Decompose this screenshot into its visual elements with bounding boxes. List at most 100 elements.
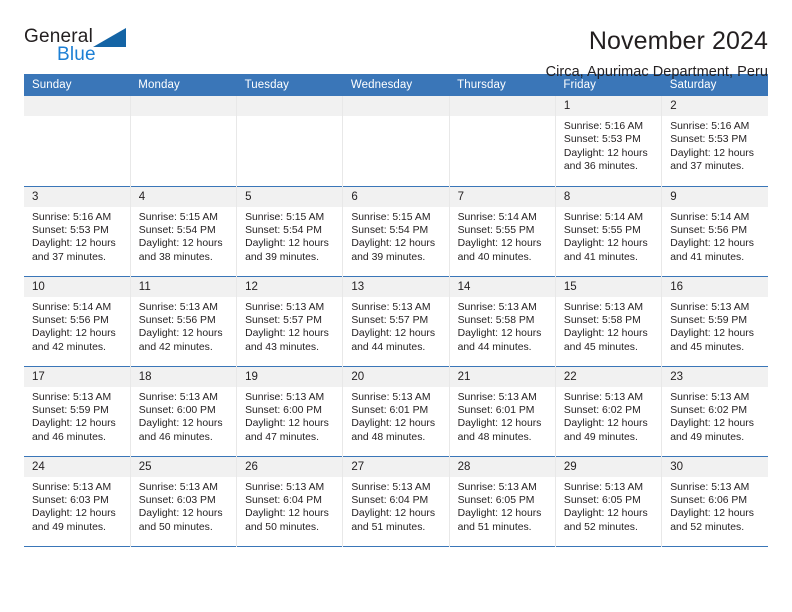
daylight-text-line1: Daylight: 12 hours (245, 328, 329, 340)
day-cell[interactable]: 4 Sunrise: 5:15 AM Sunset: 5:54 PM Daylight… (130, 185, 238, 276)
sunset-text: Sunset: 5:53 PM (563, 134, 641, 146)
sunrise-text: Sunrise: 5:13 AM (670, 301, 750, 313)
daylight-text-line1: Daylight: 12 hours (138, 508, 223, 520)
day-cell[interactable]: 18 Sunrise: 5:13 AM Sunset: 6:00 PM Dayligh… (130, 365, 238, 456)
day-cell[interactable]: 8 Sunrise: 5:14 AM Sunset: 5:55 PM Daylight… (555, 185, 663, 276)
sunset-text: Sunset: 6:04 PM (351, 494, 429, 506)
day-number: 25 (130, 456, 237, 477)
day-number: 30 (662, 456, 768, 477)
day-number: 26 (237, 456, 343, 477)
day-cell[interactable]: 21 Sunrise: 5:13 AM Sunset: 6:01 PM Dayligh… (449, 365, 556, 456)
day-info: Sunrise: 5:13 AM Sunset: 6:02 PM Daylight:… (662, 387, 768, 445)
day-cell[interactable]: 22 Sunrise: 5:13 AM Sunset: 6:02 PM Dayligh… (555, 365, 663, 456)
daylight-text-line1: Daylight: 12 hours (351, 328, 436, 340)
day-number: 4 (130, 186, 237, 207)
day-cell[interactable]: 12 Sunrise: 5:13 AM Sunset: 5:57 PM Dayligh… (236, 275, 344, 366)
day-cell[interactable]: 24 Sunrise: 5:13 AM Sunset: 6:03 PM Dayligh… (24, 455, 131, 546)
daylight-text-line2: and 44 minutes. (351, 341, 426, 353)
daylight-text-line2: and 40 minutes. (457, 251, 532, 263)
daylight-text-line1: Daylight: 12 hours (670, 147, 754, 159)
day-cell[interactable]: 1 Sunrise: 5:16 AM Sunset: 5:53 PM Daylight… (555, 96, 663, 186)
day-cell[interactable]: 25 Sunrise: 5:13 AM Sunset: 6:03 PM Dayligh… (130, 455, 238, 546)
day-cell[interactable]: 7 Sunrise: 5:14 AM Sunset: 5:55 PM Daylight… (449, 185, 556, 276)
day-cell[interactable]: 30 Sunrise: 5:13 AM Sunset: 6:06 PM Dayligh… (661, 455, 768, 546)
day-cell[interactable]: 10 Sunrise: 5:14 AM Sunset: 5:56 PM Dayligh… (24, 275, 131, 366)
day-info: Sunrise: 5:15 AM Sunset: 5:54 PM Daylight:… (343, 207, 448, 265)
day-cell[interactable]: 17 Sunrise: 5:13 AM Sunset: 5:59 PM Dayligh… (24, 365, 131, 456)
calendar-page: General Blue November 2024 Circa, Apurim… (0, 0, 792, 612)
title-block: November 2024 Circa, Apurimac Department… (546, 26, 768, 82)
day-cell[interactable]: 9 Sunrise: 5:14 AM Sunset: 5:56 PM Daylight… (661, 185, 768, 276)
day-info: Sunrise: 5:13 AM Sunset: 5:58 PM Daylight:… (556, 297, 661, 355)
daylight-text-line1: Daylight: 12 hours (670, 238, 754, 250)
day-cell[interactable]: 16 Sunrise: 5:13 AM Sunset: 5:59 PM Dayligh… (661, 275, 768, 366)
day-cell-empty (24, 96, 131, 186)
sunrise-text: Sunrise: 5:13 AM (563, 301, 644, 313)
day-number: 28 (449, 456, 555, 477)
sunset-text: Sunset: 5:54 PM (138, 224, 216, 236)
weekday-header-wednesday: Wednesday (342, 74, 450, 96)
sunset-text: Sunset: 6:01 PM (457, 404, 535, 416)
day-cell[interactable]: 27 Sunrise: 5:13 AM Sunset: 6:04 PM Dayligh… (342, 455, 450, 546)
day-cell[interactable]: 11 Sunrise: 5:13 AM Sunset: 5:56 PM Dayligh… (130, 275, 238, 366)
sunrise-text: Sunrise: 5:14 AM (457, 211, 537, 223)
daylight-text-line1: Daylight: 12 hours (670, 418, 754, 430)
day-cell[interactable]: 2 Sunrise: 5:16 AM Sunset: 5:53 PM Daylight… (661, 96, 768, 186)
day-cell[interactable]: 26 Sunrise: 5:13 AM Sunset: 6:04 PM Dayligh… (236, 455, 344, 546)
sunset-text: Sunset: 6:04 PM (245, 494, 322, 506)
day-number: 17 (24, 366, 130, 387)
day-cell[interactable]: 28 Sunrise: 5:13 AM Sunset: 6:05 PM Dayligh… (449, 455, 556, 546)
day-cell[interactable]: 6 Sunrise: 5:15 AM Sunset: 5:54 PM Daylight… (342, 185, 450, 276)
sunset-text: Sunset: 5:54 PM (351, 224, 429, 236)
day-cell[interactable]: 20 Sunrise: 5:13 AM Sunset: 6:01 PM Dayligh… (342, 365, 450, 456)
day-info: Sunrise: 5:14 AM Sunset: 5:56 PM Daylight:… (662, 207, 768, 265)
day-number: 10 (24, 276, 130, 297)
daylight-text-line2: and 39 minutes. (245, 251, 319, 263)
day-number (237, 96, 343, 116)
day-number (130, 96, 237, 116)
sunset-text: Sunset: 5:56 PM (32, 314, 109, 326)
day-number: 15 (555, 276, 662, 297)
day-cell[interactable]: 3 Sunrise: 5:16 AM Sunset: 5:53 PM Daylight… (24, 185, 131, 276)
daylight-text-line1: Daylight: 12 hours (457, 328, 542, 340)
day-cell[interactable]: 14 Sunrise: 5:13 AM Sunset: 5:58 PM Dayligh… (449, 275, 556, 366)
day-cell[interactable]: 19 Sunrise: 5:13 AM Sunset: 6:00 PM Dayligh… (236, 365, 344, 456)
daylight-text-line2: and 42 minutes. (32, 341, 106, 353)
day-cell[interactable]: 5 Sunrise: 5:15 AM Sunset: 5:54 PM Daylight… (236, 185, 344, 276)
day-info: Sunrise: 5:13 AM Sunset: 5:57 PM Daylight:… (237, 297, 342, 355)
day-info: Sunrise: 5:13 AM Sunset: 6:04 PM Daylight:… (237, 477, 342, 535)
calendar-body: 1 Sunrise: 5:16 AM Sunset: 5:53 PM Daylight… (24, 96, 768, 546)
general-blue-logo[interactable]: General Blue (24, 26, 144, 72)
logo-text-blue: Blue (57, 44, 96, 65)
sunrise-text: Sunrise: 5:14 AM (563, 211, 644, 223)
sunrise-text: Sunrise: 5:13 AM (351, 391, 431, 403)
day-info: Sunrise: 5:16 AM Sunset: 5:53 PM Daylight:… (24, 207, 130, 265)
day-info: Sunrise: 5:13 AM Sunset: 6:06 PM Daylight:… (662, 477, 768, 535)
day-cell[interactable]: 23 Sunrise: 5:13 AM Sunset: 6:02 PM Dayligh… (661, 365, 768, 456)
weekday-header-tuesday: Tuesday (236, 74, 343, 96)
daylight-text-line1: Daylight: 12 hours (32, 328, 116, 340)
day-number (449, 96, 555, 116)
day-info: Sunrise: 5:13 AM Sunset: 6:03 PM Daylight:… (24, 477, 130, 535)
day-cell[interactable]: 13 Sunrise: 5:13 AM Sunset: 5:57 PM Dayligh… (342, 275, 450, 366)
sunset-text: Sunset: 5:54 PM (245, 224, 322, 236)
daylight-text-line1: Daylight: 12 hours (563, 238, 648, 250)
sunrise-sunset-calendar: Sunday Monday Tuesday Wednesday Thursday… (24, 74, 768, 547)
day-cell[interactable]: 29 Sunrise: 5:13 AM Sunset: 6:05 PM Dayligh… (555, 455, 663, 546)
sunrise-text: Sunrise: 5:15 AM (138, 211, 218, 223)
day-info: Sunrise: 5:13 AM Sunset: 6:00 PM Daylight:… (131, 387, 236, 445)
day-info: Sunrise: 5:15 AM Sunset: 5:54 PM Daylight:… (237, 207, 342, 265)
daylight-text-line1: Daylight: 12 hours (670, 328, 754, 340)
daylight-text-line2: and 49 minutes. (32, 521, 106, 533)
day-info: Sunrise: 5:13 AM Sunset: 6:01 PM Daylight:… (450, 387, 555, 445)
daylight-text-line2: and 38 minutes. (138, 251, 213, 263)
day-number: 20 (343, 366, 449, 387)
day-cell[interactable]: 15 Sunrise: 5:13 AM Sunset: 5:58 PM Dayligh… (555, 275, 663, 366)
sunset-text: Sunset: 5:57 PM (351, 314, 429, 326)
day-info: Sunrise: 5:13 AM Sunset: 6:00 PM Daylight:… (237, 387, 342, 445)
sunrise-text: Sunrise: 5:15 AM (351, 211, 431, 223)
sunset-text: Sunset: 6:01 PM (351, 404, 429, 416)
day-number: 6 (343, 186, 449, 207)
daylight-text-line2: and 36 minutes. (563, 161, 638, 173)
sunset-text: Sunset: 5:58 PM (563, 314, 641, 326)
